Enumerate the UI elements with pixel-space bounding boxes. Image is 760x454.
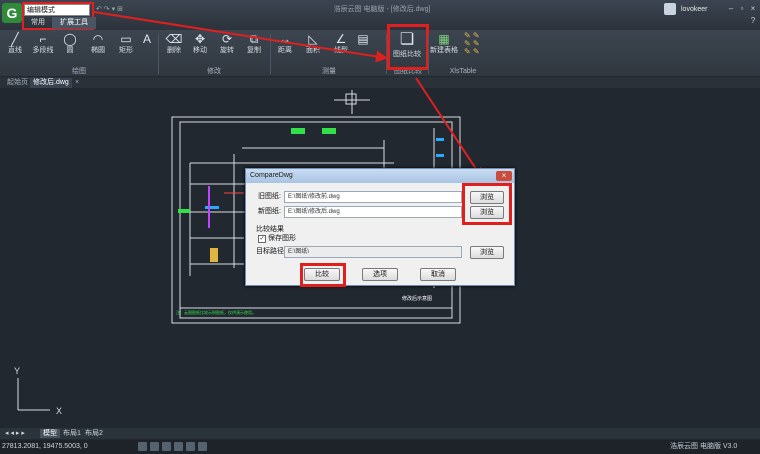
- circle-tool-button[interactable]: ◯ 圆: [60, 32, 80, 58]
- save-graphics-label: 保存图形: [268, 235, 296, 242]
- cancel-button[interactable]: 取消: [420, 268, 456, 281]
- layer-icon: ▤: [357, 32, 369, 46]
- new-drawing-label: 新图纸:: [258, 208, 281, 215]
- rectangle-tool-button[interactable]: ▭ 矩形: [115, 32, 137, 58]
- old-drawing-field[interactable]: E:\图纸\修改前.dwg: [284, 191, 462, 203]
- ortho-icon[interactable]: [162, 442, 171, 451]
- dialog-close-button[interactable]: ×: [496, 171, 512, 181]
- distance-tool-button[interactable]: ↔ 距离: [274, 32, 296, 58]
- username[interactable]: lovokeer: [681, 4, 707, 16]
- table-icon: ▦: [438, 32, 450, 46]
- move-icon: ✥: [194, 32, 206, 46]
- osnap-icon[interactable]: [186, 442, 195, 451]
- target-path-field[interactable]: E:\图纸\: [284, 246, 462, 258]
- options-button[interactable]: 选项: [362, 268, 398, 281]
- text-icon: A: [142, 32, 151, 46]
- save-graphics-checkbox[interactable]: ✓: [258, 235, 266, 243]
- tab-common[interactable]: 常用: [26, 17, 50, 29]
- ucs-x-label: X: [56, 406, 62, 416]
- layout-nav-arrows[interactable]: ◂ ◂ ▸ ▸: [2, 429, 28, 438]
- polyline-tool-button[interactable]: ⌐ 多段线: [30, 32, 56, 58]
- grid-icon[interactable]: [150, 442, 159, 451]
- compare-highlight-box: [300, 263, 346, 287]
- copy-icon: ⧉: [249, 32, 259, 46]
- green-annotation: [178, 209, 190, 213]
- line-icon: ╱: [11, 32, 19, 46]
- tab-extension-tools[interactable]: 扩展工具: [52, 17, 96, 29]
- rotate-tool-button[interactable]: ⟳ 旋转: [217, 32, 237, 58]
- circle-icon: ◯: [63, 32, 77, 46]
- area-icon: ◺: [308, 32, 318, 46]
- blue-annotation: [205, 206, 219, 209]
- blue-annotation: [436, 154, 444, 157]
- yellow-annotation: [210, 248, 218, 262]
- old-drawing-label: 旧图纸:: [258, 193, 281, 200]
- drawing-note: 注：云图图纸比较示例图纸，仅供演示使用。: [176, 309, 256, 315]
- target-path-label: 目标路径: [256, 248, 284, 255]
- document-tabs: 起始页 修改后.dwg ×: [0, 77, 760, 88]
- copy-tool-button[interactable]: ⧉ 复制: [244, 32, 264, 58]
- tab-start-page[interactable]: 起始页: [4, 78, 31, 88]
- close-button[interactable]: ×: [748, 4, 758, 14]
- rectangle-icon: ▭: [120, 32, 132, 46]
- layer-tool-button[interactable]: ▤: [356, 32, 370, 58]
- table-tools-icon[interactable]: ✎ ✎ ✎ ✎ ✎ ✎: [464, 32, 494, 62]
- ribbon: ╱ 直线 ⌐ 多段线 ◯ 圆 ◠ 椭圆 ▭ 矩形 A 绘图 ⌫ 删除 ✥ 移动 ⟳ 旋转 ⧉ 复制…: [0, 24, 760, 76]
- minimize-button[interactable]: –: [726, 4, 736, 14]
- new-drawing-field[interactable]: E:\图纸\修改后.dwg: [284, 206, 462, 218]
- app-logo-icon[interactable]: G: [2, 3, 22, 23]
- help-button[interactable]: ?: [748, 16, 758, 26]
- product-version: 浩辰云图 电脑版 V3.0: [670, 443, 738, 450]
- app-window: G 编辑模式 ↶ ↷ ▾ ⊞ 浩辰云图 电脑版 - [修改后.dwg] lovo…: [0, 0, 760, 454]
- tab-layout1[interactable]: 布局1: [60, 429, 84, 438]
- green-annotation: [291, 128, 305, 134]
- browse-target-button[interactable]: 浏览: [470, 246, 504, 259]
- delete-tool-button[interactable]: ⌫ 删除: [164, 32, 184, 58]
- group-draw-label: 绘图: [72, 68, 86, 75]
- avatar-icon[interactable]: [664, 3, 676, 15]
- move-tool-button[interactable]: ✥ 移动: [190, 32, 210, 58]
- ucs-y-label: Y: [14, 366, 20, 376]
- layout-tabs-bar: ◂ ◂ ▸ ▸ 模型 布局1 布局2: [0, 428, 760, 439]
- polar-icon[interactable]: [174, 442, 183, 451]
- linetype-icon: ∠: [335, 32, 347, 46]
- tab-active-document[interactable]: 修改后.dwg: [30, 78, 72, 88]
- rotate-icon: ⟳: [221, 32, 233, 46]
- status-bar: 27813.2081, 19475.5003, 0 浩辰云图 电脑版 V3.0: [0, 440, 760, 454]
- tab-layout2[interactable]: 布局2: [82, 429, 106, 438]
- compare-highlight-box: [387, 24, 429, 70]
- dialog-title: CompareDwg: [246, 169, 514, 183]
- polyline-icon: ⌐: [39, 32, 47, 46]
- compare-dialog: CompareDwg × 旧图纸: E:\图纸\修改前.dwg 新图纸: E:\…: [245, 168, 515, 287]
- window-title: 浩辰云图 电脑版 - [修改后.dwg]: [333, 6, 431, 13]
- quick-access-toolbar[interactable]: ↶ ↷ ▾ ⊞: [96, 4, 141, 16]
- title-bar: G 编辑模式 ↶ ↷ ▾ ⊞ 浩辰云图 电脑版 - [修改后.dwg] lovo…: [0, 0, 760, 30]
- area-tool-button[interactable]: ◺ 面积: [302, 32, 324, 58]
- linetype-tool-button[interactable]: ∠ 线型: [330, 32, 352, 58]
- close-tab-icon[interactable]: ×: [72, 78, 82, 88]
- group-xlstable-label: XlsTable: [449, 68, 477, 75]
- lineweight-icon[interactable]: [198, 442, 207, 451]
- text-tool-button[interactable]: A: [140, 32, 154, 58]
- coordinate-readout: 27813.2081, 19475.5003, 0: [2, 443, 88, 450]
- group-measure-label: 测量: [322, 68, 336, 75]
- snap-icon[interactable]: [138, 442, 147, 451]
- eraser-icon: ⌫: [165, 32, 183, 46]
- crosshair-box: [345, 93, 357, 105]
- line-tool-button[interactable]: ╱ 直线: [4, 32, 26, 58]
- drawing-title: 修改后示意图: [402, 295, 432, 302]
- browse-highlight-box: [462, 183, 512, 225]
- new-table-button[interactable]: ▦ 新建表格: [430, 32, 458, 58]
- blue-annotation: [436, 138, 444, 141]
- distance-icon: ↔: [279, 32, 291, 46]
- ellipse-icon: ◠: [92, 32, 104, 46]
- tab-model[interactable]: 模型: [40, 429, 60, 438]
- restore-button[interactable]: ▫: [737, 4, 747, 14]
- ellipse-tool-button[interactable]: ◠ 椭圆: [87, 32, 109, 58]
- green-annotation: [322, 128, 336, 134]
- group-modify-label: 修改: [207, 68, 221, 75]
